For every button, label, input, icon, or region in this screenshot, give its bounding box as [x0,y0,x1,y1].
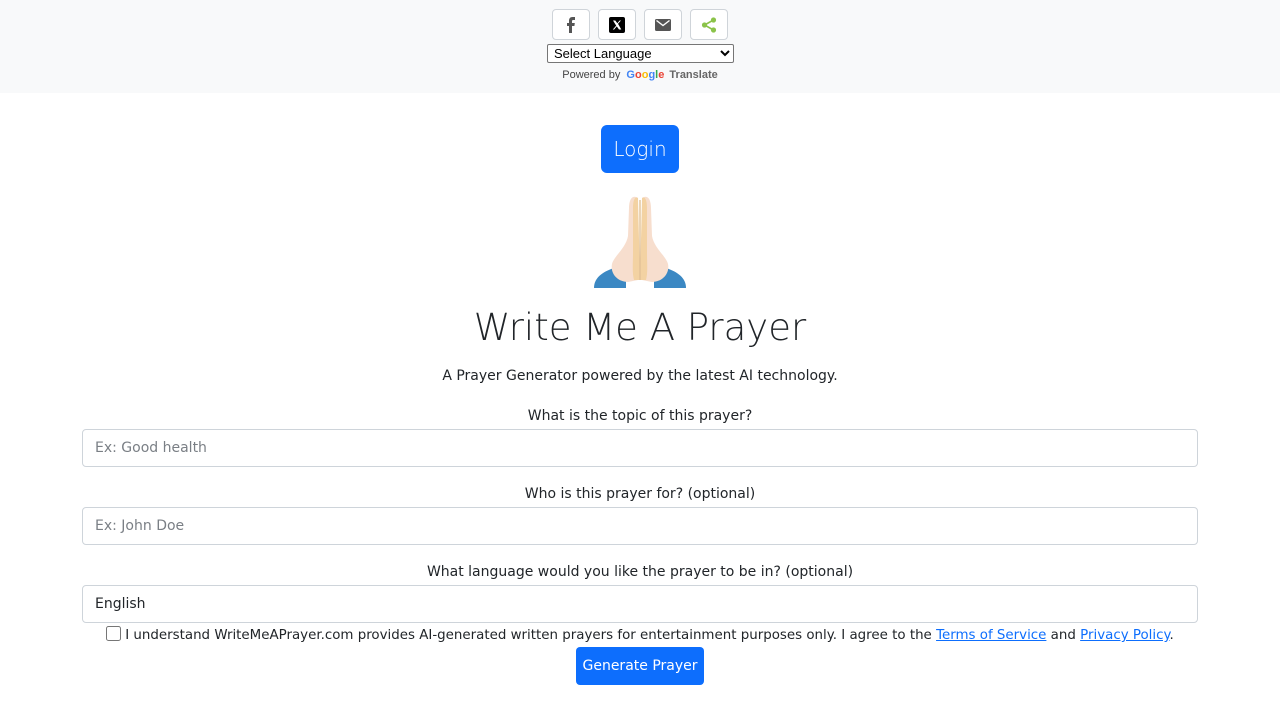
facebook-icon [567,16,575,33]
sharethis-icon [701,16,717,33]
agreement-checkbox[interactable] [106,626,122,641]
facebook-share-button[interactable] [552,9,590,40]
page-title: Write Me A Prayer [473,306,807,349]
agreement-and-text: and [1050,628,1076,643]
email-icon [655,18,671,31]
agreement-row: I understand WriteMeAPrayer.com provides… [0,626,1280,643]
for-whom-input[interactable] [82,507,1198,545]
language-label: What language would you like the prayer … [426,564,854,580]
login-button[interactable]: Login [601,125,679,173]
google-logo[interactable]: Google [626,69,664,81]
praying-hands-icon [594,196,686,288]
privacy-policy-link[interactable]: Privacy Policy [1080,628,1169,643]
x-twitter-icon [609,16,625,33]
sharethis-share-button[interactable] [690,9,728,40]
translate-link[interactable]: Translate [669,69,717,81]
language-translate-select[interactable]: Select Language [547,44,734,63]
topic-input[interactable] [82,429,1198,467]
google-translate-attribution: Powered by Google Translate [0,69,1280,81]
terms-of-service-link[interactable]: Terms of Service [936,628,1046,643]
share-buttons [552,9,728,40]
powered-by-text: Powered by [562,69,621,81]
page-subtitle: A Prayer Generator powered by the latest… [442,368,838,384]
topic-label: What is the topic of this prayer? [527,408,753,424]
for-whom-label: Who is this prayer for? (optional) [524,486,756,502]
x-share-button[interactable] [598,9,636,40]
language-input[interactable] [82,585,1198,623]
agreement-text: I understand WriteMeAPrayer.com provides… [125,628,932,643]
agreement-period: . [1169,628,1174,643]
top-bar: Select Language Powered by Google Transl… [0,0,1280,93]
generate-prayer-button[interactable]: Generate Prayer [576,647,704,685]
email-share-button[interactable] [644,9,682,40]
